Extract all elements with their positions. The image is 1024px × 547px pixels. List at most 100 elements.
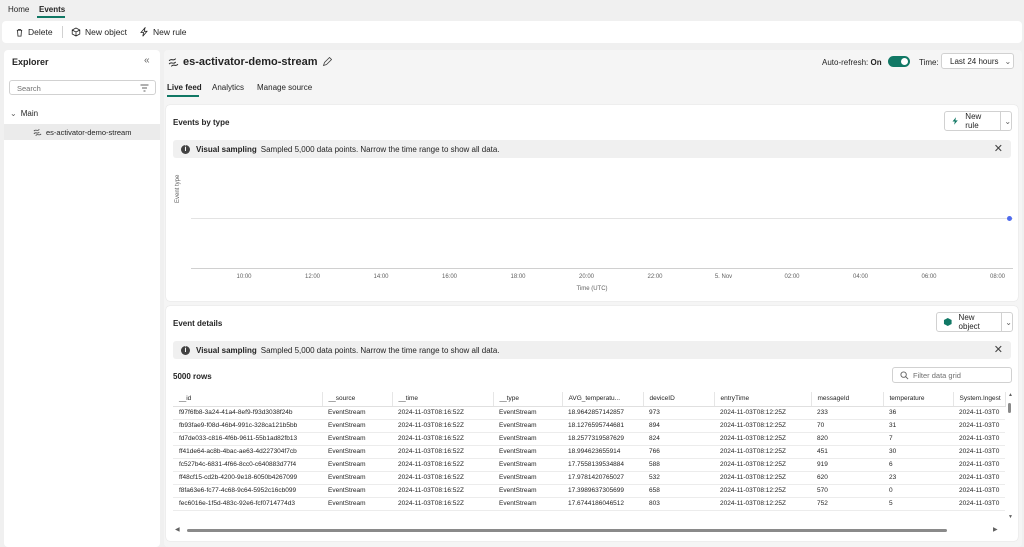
- collapse-icon[interactable]: «: [144, 55, 150, 66]
- tab-manage-source[interactable]: Manage source: [257, 83, 312, 92]
- chart-x-tick: 16:00: [441, 274, 458, 280]
- table-cell: f8fa63e6-fc77-4c68-9c64-5952c16cb099: [173, 484, 322, 498]
- horizontal-scrollbar[interactable]: ◀ ▶: [173, 526, 1005, 534]
- chart-point: [1007, 216, 1012, 221]
- table-row[interactable]: f8fa63e6-fc77-4c68-9c64-5952c16cb099 Even…: [173, 484, 1005, 498]
- delete-button[interactable]: Delete: [15, 27, 53, 37]
- new-object-button[interactable]: New object: [71, 27, 127, 37]
- nav-events[interactable]: Events: [39, 5, 65, 14]
- nav-home[interactable]: Home: [8, 5, 29, 14]
- table-cell: EventStream: [322, 484, 392, 498]
- chart-x-tick: 08:00: [989, 274, 1006, 280]
- column-header[interactable]: __source: [322, 392, 393, 407]
- table-cell: 2024-11-03T08:12:25Z: [714, 445, 811, 459]
- column-header[interactable]: entryTime: [714, 392, 812, 407]
- table-row[interactable]: fb93fae9-f08d-46b4-991c-328ca121b5bb Even…: [173, 419, 1005, 433]
- chart-x-tick: 10:00: [236, 274, 252, 280]
- chart-x-tick: 5. Nov: [714, 274, 733, 280]
- new-object-split-button[interactable]: New object ⌄: [936, 312, 1013, 332]
- table-cell: 894: [643, 419, 714, 433]
- table-cell: 766: [643, 445, 714, 459]
- column-header[interactable]: __time: [392, 392, 494, 407]
- table-cell: EventStream: [493, 432, 562, 446]
- column-header[interactable]: temperature: [883, 392, 954, 407]
- chart-gridline: [191, 218, 1013, 219]
- table-cell: 36: [883, 406, 953, 420]
- chevron-down-icon: ⌄: [10, 109, 17, 118]
- info-icon: i: [181, 345, 190, 355]
- edit-icon[interactable]: [322, 57, 332, 67]
- column-header[interactable]: deviceID: [643, 392, 715, 407]
- tree-item-stream[interactable]: es-activator-demo-stream: [4, 124, 160, 140]
- table-row[interactable]: ff48cf15-cd2b-4200-9e18-6050b4267099 Even…: [173, 471, 1005, 485]
- column-header[interactable]: System.Ingest: [953, 392, 1006, 407]
- table-cell: 2024-11-03T0: [953, 445, 1005, 459]
- table-cell: 2024-11-03T0: [953, 458, 1005, 472]
- time-label: Time:: [919, 58, 939, 67]
- table-cell: ff48cf15-cd2b-4200-9e18-6050b4267099: [173, 471, 322, 485]
- auto-refresh-toggle[interactable]: [888, 56, 910, 67]
- chart-x-tick: 12:00: [304, 274, 321, 280]
- table-cell: 233: [811, 406, 883, 420]
- stream-icon: [168, 58, 179, 67]
- table-cell: 919: [811, 458, 883, 472]
- table-cell: 803: [643, 497, 714, 511]
- stream-icon: [33, 129, 42, 136]
- visual-sampling-banner: i Visual sampling Sampled 5,000 data poi…: [173, 341, 1011, 359]
- tab-analytics[interactable]: Analytics: [212, 83, 244, 92]
- table-row[interactable]: ff41de64-ac8b-4bac-ae63-4d227304f7cb Even…: [173, 445, 1005, 459]
- column-header[interactable]: __id: [173, 392, 323, 407]
- table-cell: 2024-11-03T0: [953, 406, 1005, 420]
- horizontal-scrollbar-thumb[interactable]: [187, 529, 947, 532]
- table-cell: 2024-11-03T08:16:52Z: [392, 419, 493, 433]
- table-cell: EventStream: [493, 445, 562, 459]
- tab-live-feed[interactable]: Live feed: [167, 83, 202, 92]
- vertical-scrollbar-thumb[interactable]: [1008, 403, 1011, 413]
- search-icon: [900, 371, 909, 380]
- table-cell: 7: [883, 432, 953, 446]
- chart-xlabel: Time (UTC): [576, 286, 608, 292]
- table-cell: 18.994623655914: [562, 445, 643, 459]
- table-row[interactable]: fd7de033-c816-4f6b-9611-55b1ad82fb13 Even…: [173, 432, 1005, 446]
- chart-x-tick: 06:00: [921, 274, 937, 280]
- table-cell: fb93fae9-f08d-46b4-991c-328ca121b5bb: [173, 419, 322, 433]
- close-icon[interactable]: ✕: [994, 142, 1003, 155]
- table-cell: 30: [883, 445, 953, 459]
- table-cell: fc527b4c-6831-4f66-8cc0-c640883d77f4: [173, 458, 322, 472]
- chart-x-tick: 20:00: [578, 274, 595, 280]
- column-header[interactable]: messageId: [811, 392, 884, 407]
- column-header[interactable]: AVG_temperatu...: [562, 392, 644, 407]
- table-cell: 2024-11-03T0: [953, 471, 1005, 485]
- close-icon[interactable]: ✕: [994, 343, 1003, 356]
- table-cell: 2024-11-03T08:16:52Z: [392, 471, 493, 485]
- table-cell: 570: [811, 484, 883, 498]
- table-cell: 588: [643, 458, 714, 472]
- table-cell: 2024-11-03T0: [953, 484, 1005, 498]
- grid-header-row: __id __source __time __type AVG_temperatu...…: [173, 392, 1006, 407]
- chevron-down-icon: ⌄: [1004, 56, 1012, 66]
- table-cell: 820: [811, 432, 883, 446]
- search-input[interactable]: Search: [9, 80, 156, 95]
- table-cell: 0: [883, 484, 953, 498]
- tab-active-indicator: [167, 95, 199, 97]
- table-cell: EventStream: [322, 406, 392, 420]
- filter-icon[interactable]: [140, 84, 149, 92]
- table-row[interactable]: fc527b4c-6831-4f66-8cc0-c640883d77f4 Even…: [173, 458, 1005, 472]
- table-cell: EventStream: [322, 419, 392, 433]
- filter-data-grid-input[interactable]: Filter data grid: [892, 367, 1012, 383]
- new-rule-split-button[interactable]: New rule ⌄: [944, 111, 1012, 131]
- table-cell: 2024-11-03T0: [953, 419, 1005, 433]
- event-details-card: Event details New object ⌄ i Visual samp…: [166, 306, 1018, 541]
- vertical-scrollbar[interactable]: ▲ ▼: [1006, 392, 1014, 522]
- tree-group-main[interactable]: ⌄ Main: [10, 109, 38, 118]
- table-row[interactable]: f97f6fb8-3a24-41a4-8ef9-f93d3038f24b Even…: [173, 406, 1005, 420]
- table-row[interactable]: fec6016e-1f5d-483c-92e6-fcf0714774d3 Even…: [173, 497, 1005, 511]
- lightning-icon: [952, 117, 958, 125]
- time-range-dropdown[interactable]: Last 24 hours ⌄: [941, 53, 1014, 69]
- table-cell: 2024-11-03T08:16:52Z: [392, 497, 493, 511]
- table-cell: 2024-11-03T0: [953, 497, 1005, 511]
- new-rule-button[interactable]: New rule: [139, 27, 187, 37]
- column-header[interactable]: __type: [493, 392, 563, 407]
- table-cell: EventStream: [493, 458, 562, 472]
- table-cell: EventStream: [322, 497, 392, 511]
